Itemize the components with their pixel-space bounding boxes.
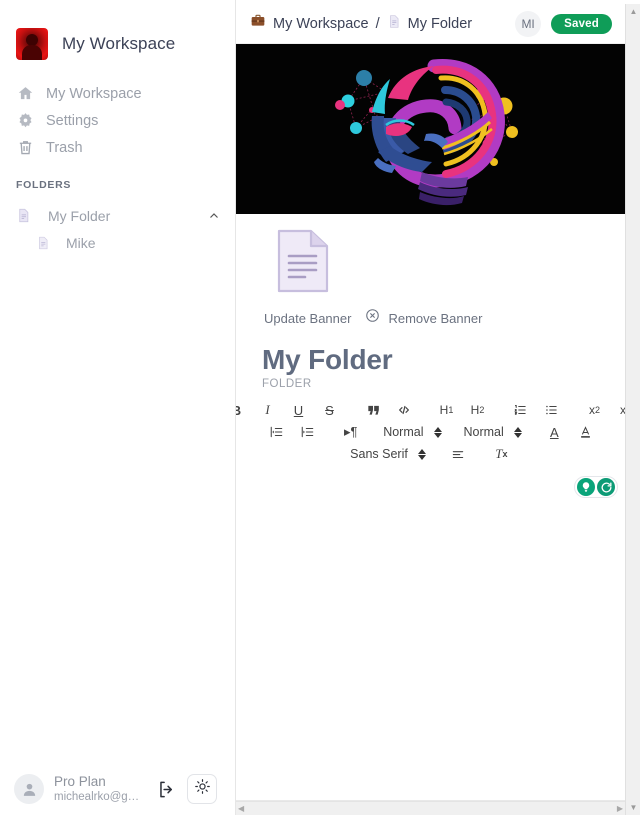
- sun-icon: [194, 778, 211, 800]
- document-icon: [34, 234, 52, 252]
- text-direction-button[interactable]: ▸¶: [338, 422, 363, 442]
- breadcrumb-separator: /: [375, 15, 380, 32]
- trash-icon: [16, 139, 34, 157]
- sidebar-item-label: My Workspace: [46, 85, 142, 102]
- workspace-avatar-image: [16, 28, 48, 60]
- avatar[interactable]: [14, 774, 44, 804]
- clear-formatting-button[interactable]: Tx: [489, 444, 514, 464]
- italic-button[interactable]: I: [255, 400, 280, 420]
- home-icon: [16, 85, 34, 103]
- tree-item-mike[interactable]: Mike: [0, 229, 235, 256]
- user-bar: Pro Plan michealrko@g…: [0, 774, 236, 804]
- heading-value: Normal: [463, 425, 504, 439]
- sidebar-nav: My Workspace Settings Trash: [0, 80, 235, 161]
- font-size-value: Normal: [383, 425, 424, 439]
- tree-item-label: Mike: [66, 234, 96, 251]
- vertical-scrollbar[interactable]: ▲ ▼: [625, 4, 640, 815]
- breadcrumb-workspace-label: My Workspace: [273, 15, 369, 32]
- user-meta: Pro Plan michealrko@g…: [54, 774, 139, 804]
- lightbulb-icon[interactable]: [577, 478, 595, 496]
- blockquote-button[interactable]: [360, 400, 385, 420]
- sidebar-item-my-workspace[interactable]: My Workspace: [0, 80, 235, 107]
- tree-item-label: My Folder: [48, 207, 111, 224]
- scroll-up-arrow[interactable]: ▲: [626, 4, 640, 19]
- breadcrumb-folder[interactable]: My Folder: [387, 14, 472, 34]
- align-button[interactable]: [446, 444, 471, 464]
- page-kind-label: FOLDER: [262, 378, 312, 390]
- editor-toolbar: B I U S H1 H2 x 2 x ▸¶ Normal Normal A S…: [236, 400, 631, 464]
- breadcrumb: My Workspace / My Folder MI Saved: [236, 4, 626, 44]
- document-icon: [14, 207, 32, 225]
- sidebar-item-settings[interactable]: Settings: [0, 107, 235, 134]
- toolbar-row-1: B I U S H1 H2 x 2 x: [236, 400, 640, 420]
- ai-action-pill: [574, 476, 618, 498]
- chevron-updown-icon: [513, 426, 522, 438]
- plan-label: Pro Plan: [54, 774, 106, 789]
- chevron-updown-icon: [433, 426, 442, 438]
- briefcase-icon: [250, 13, 266, 34]
- close-circle-icon: [365, 308, 380, 328]
- user-email: michealrko@g…: [54, 791, 140, 803]
- banner-image[interactable]: [236, 44, 626, 214]
- underline-button[interactable]: U: [286, 400, 311, 420]
- theme-toggle-button[interactable]: [187, 774, 218, 804]
- workspace-header[interactable]: My Workspace: [0, 4, 235, 68]
- sidebar-item-label: Settings: [46, 112, 99, 129]
- sidebar-item-label: Trash: [46, 139, 83, 156]
- font-family-value: Sans Serif: [350, 447, 408, 461]
- toolbar-row-2: ▸¶ Normal Normal A: [261, 422, 601, 442]
- status-badge: Saved: [551, 13, 612, 34]
- ordered-list-button[interactable]: [508, 400, 533, 420]
- scroll-down-arrow[interactable]: ▼: [626, 800, 640, 815]
- folder-tree: My Folder Mike: [0, 202, 235, 256]
- remove-banner-label: Remove Banner: [388, 310, 483, 326]
- heading1-button[interactable]: H1: [434, 400, 459, 420]
- scroll-right-arrow[interactable]: ▶: [617, 804, 623, 813]
- document-icon: [387, 14, 401, 34]
- background-color-button[interactable]: [573, 422, 598, 442]
- text-color-button[interactable]: A: [542, 422, 567, 442]
- user-initials-avatar[interactable]: MI: [515, 10, 542, 37]
- workspace-title: My Workspace: [62, 34, 176, 53]
- scroll-left-arrow[interactable]: ◀: [238, 804, 244, 813]
- indent-button[interactable]: [295, 422, 320, 442]
- banner-artwork: [236, 44, 626, 214]
- remove-banner-button[interactable]: Remove Banner: [365, 308, 482, 328]
- app-window: My Workspace My Workspace Settings Trash: [0, 0, 640, 815]
- gear-icon: [16, 112, 34, 130]
- outdent-button[interactable]: [264, 422, 289, 442]
- logout-icon[interactable]: [155, 778, 177, 800]
- bullet-list-button[interactable]: [539, 400, 564, 420]
- font-family-select[interactable]: Sans Serif: [350, 447, 426, 461]
- code-button[interactable]: [391, 400, 416, 420]
- font-size-select[interactable]: Normal: [383, 425, 442, 439]
- heading2-button[interactable]: H2: [465, 400, 490, 420]
- sidebar-item-trash[interactable]: Trash: [0, 134, 235, 161]
- breadcrumb-workspace[interactable]: My Workspace: [250, 13, 369, 34]
- document-emoji[interactable]: [276, 228, 330, 294]
- banner-actions: Update Banner Remove Banner: [264, 308, 640, 328]
- heading-select[interactable]: Normal: [464, 425, 522, 439]
- toolbar-row-3: Sans Serif Tx: [345, 444, 517, 464]
- chevron-updown-icon: [417, 448, 426, 460]
- folders-section-title: FOLDERS: [16, 179, 72, 191]
- tree-item-my-folder[interactable]: My Folder: [0, 202, 235, 229]
- sidebar: My Workspace My Workspace Settings Trash: [0, 0, 236, 815]
- chevron-up-icon[interactable]: [207, 209, 221, 223]
- update-banner-button[interactable]: Update Banner: [264, 311, 351, 326]
- bold-button[interactable]: B: [236, 400, 249, 420]
- main-panel: My Workspace / My Folder MI Saved Update…: [236, 0, 640, 815]
- strikethrough-button[interactable]: S: [317, 400, 342, 420]
- subscript-button[interactable]: x2: [582, 400, 607, 420]
- horizontal-scrollbar[interactable]: ◀ ▶: [236, 801, 625, 815]
- page-title[interactable]: My Folder: [262, 344, 640, 376]
- breadcrumb-folder-label: My Folder: [407, 15, 473, 32]
- refresh-icon[interactable]: [597, 478, 615, 496]
